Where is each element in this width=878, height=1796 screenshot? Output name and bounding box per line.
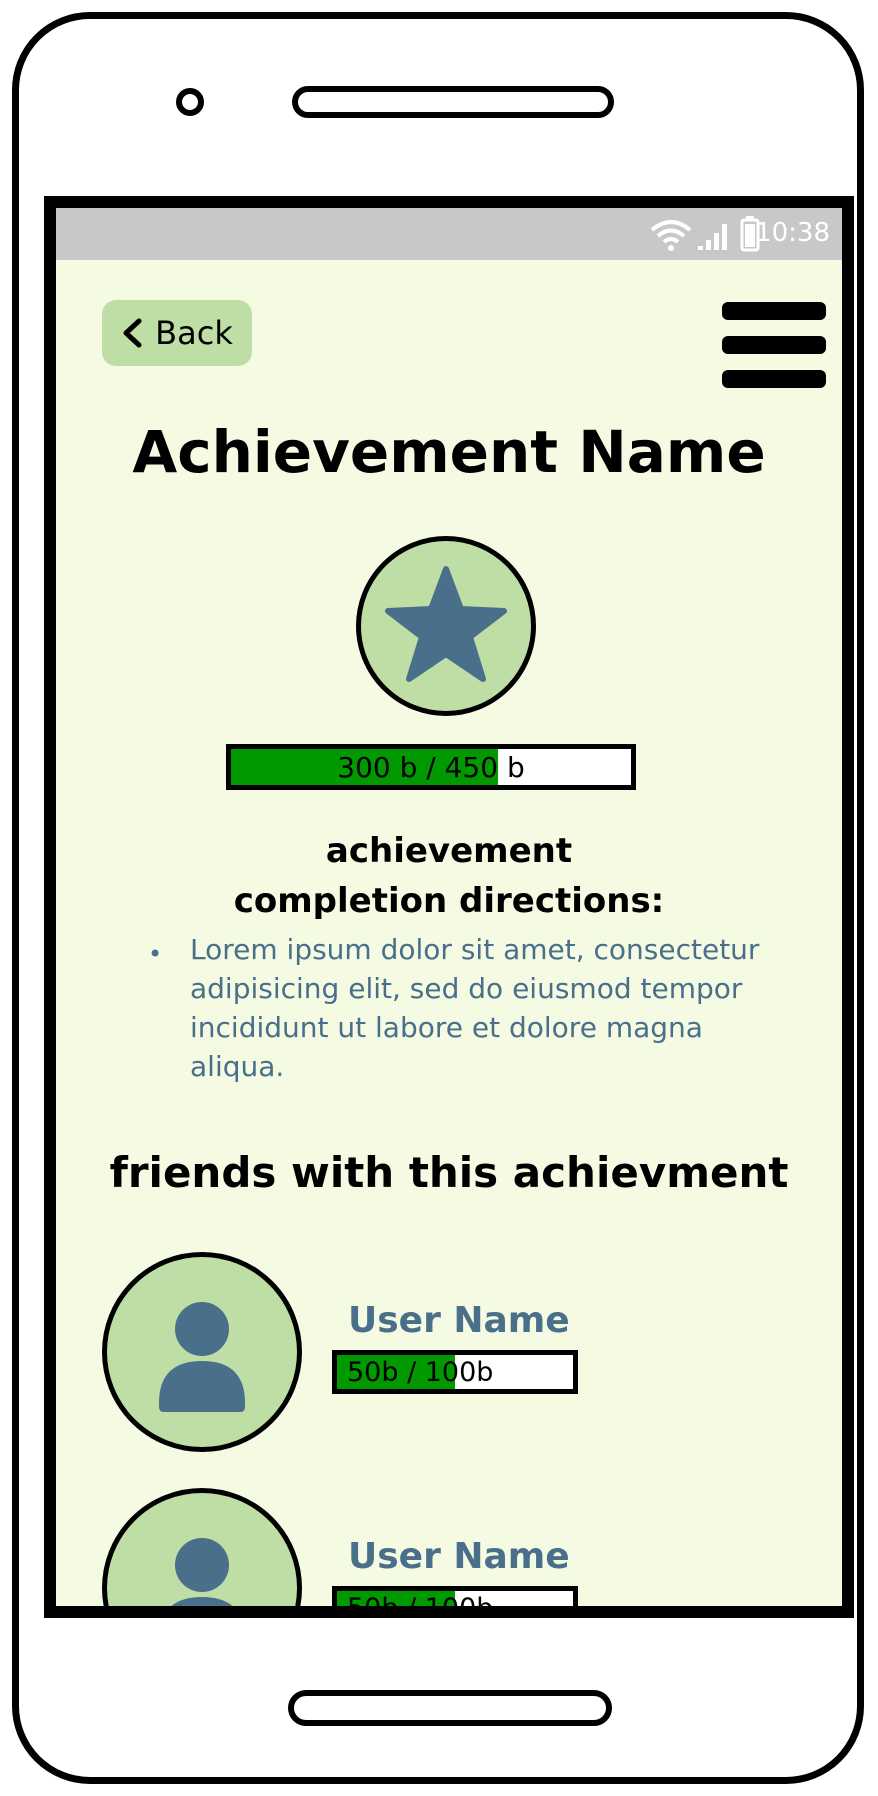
back-button[interactable]: Back bbox=[102, 300, 252, 366]
friend-name[interactable]: User Name bbox=[348, 1536, 570, 1577]
friend-progress-label: 50b / 100b bbox=[347, 1356, 494, 1388]
achievement-title: Achievement Name bbox=[132, 418, 766, 486]
avatar[interactable] bbox=[102, 1252, 302, 1452]
user-icon bbox=[159, 1302, 245, 1412]
achievement-progress-label: 300 b / 450 b bbox=[337, 750, 525, 784]
star-icon bbox=[385, 566, 507, 682]
friends-heading: friends with this achievment bbox=[109, 1148, 789, 1197]
chevron-left-icon bbox=[123, 318, 142, 348]
friend-progress-bar: 50b / 100b bbox=[332, 1586, 578, 1618]
back-button-label: Back bbox=[155, 314, 233, 352]
friend-progress-bar: 50b / 100b bbox=[332, 1350, 578, 1394]
achievement-badge bbox=[356, 536, 536, 716]
status-time: 10:38 bbox=[755, 218, 830, 248]
user-icon bbox=[171, 1538, 233, 1606]
directions-heading-line2: completion directions: bbox=[233, 881, 665, 921]
directions-item: Lorem ipsum dolor sit amet, consectetur … bbox=[190, 933, 760, 1083]
friend-progress-label: 50b / 100b bbox=[347, 1592, 494, 1618]
menu-icon[interactable] bbox=[722, 302, 826, 390]
home-button[interactable] bbox=[288, 1690, 612, 1726]
screen: 10:38 Back Achievement Name 300 b / 450 … bbox=[44, 196, 854, 1618]
speaker-grille bbox=[292, 86, 614, 118]
friend-name[interactable]: User Name bbox=[348, 1300, 570, 1341]
bullet-icon: • bbox=[148, 940, 163, 968]
camera-icon bbox=[176, 88, 204, 116]
directions-heading-line1: achievement bbox=[325, 831, 573, 871]
signal-icon bbox=[698, 224, 727, 250]
achievement-progress-bar: 300 b / 450 b bbox=[226, 744, 636, 790]
wifi-icon bbox=[650, 220, 692, 251]
avatar[interactable] bbox=[102, 1488, 302, 1606]
directions-heading: achievement completion directions: bbox=[56, 826, 842, 926]
status-bar: 10:38 bbox=[56, 208, 842, 260]
